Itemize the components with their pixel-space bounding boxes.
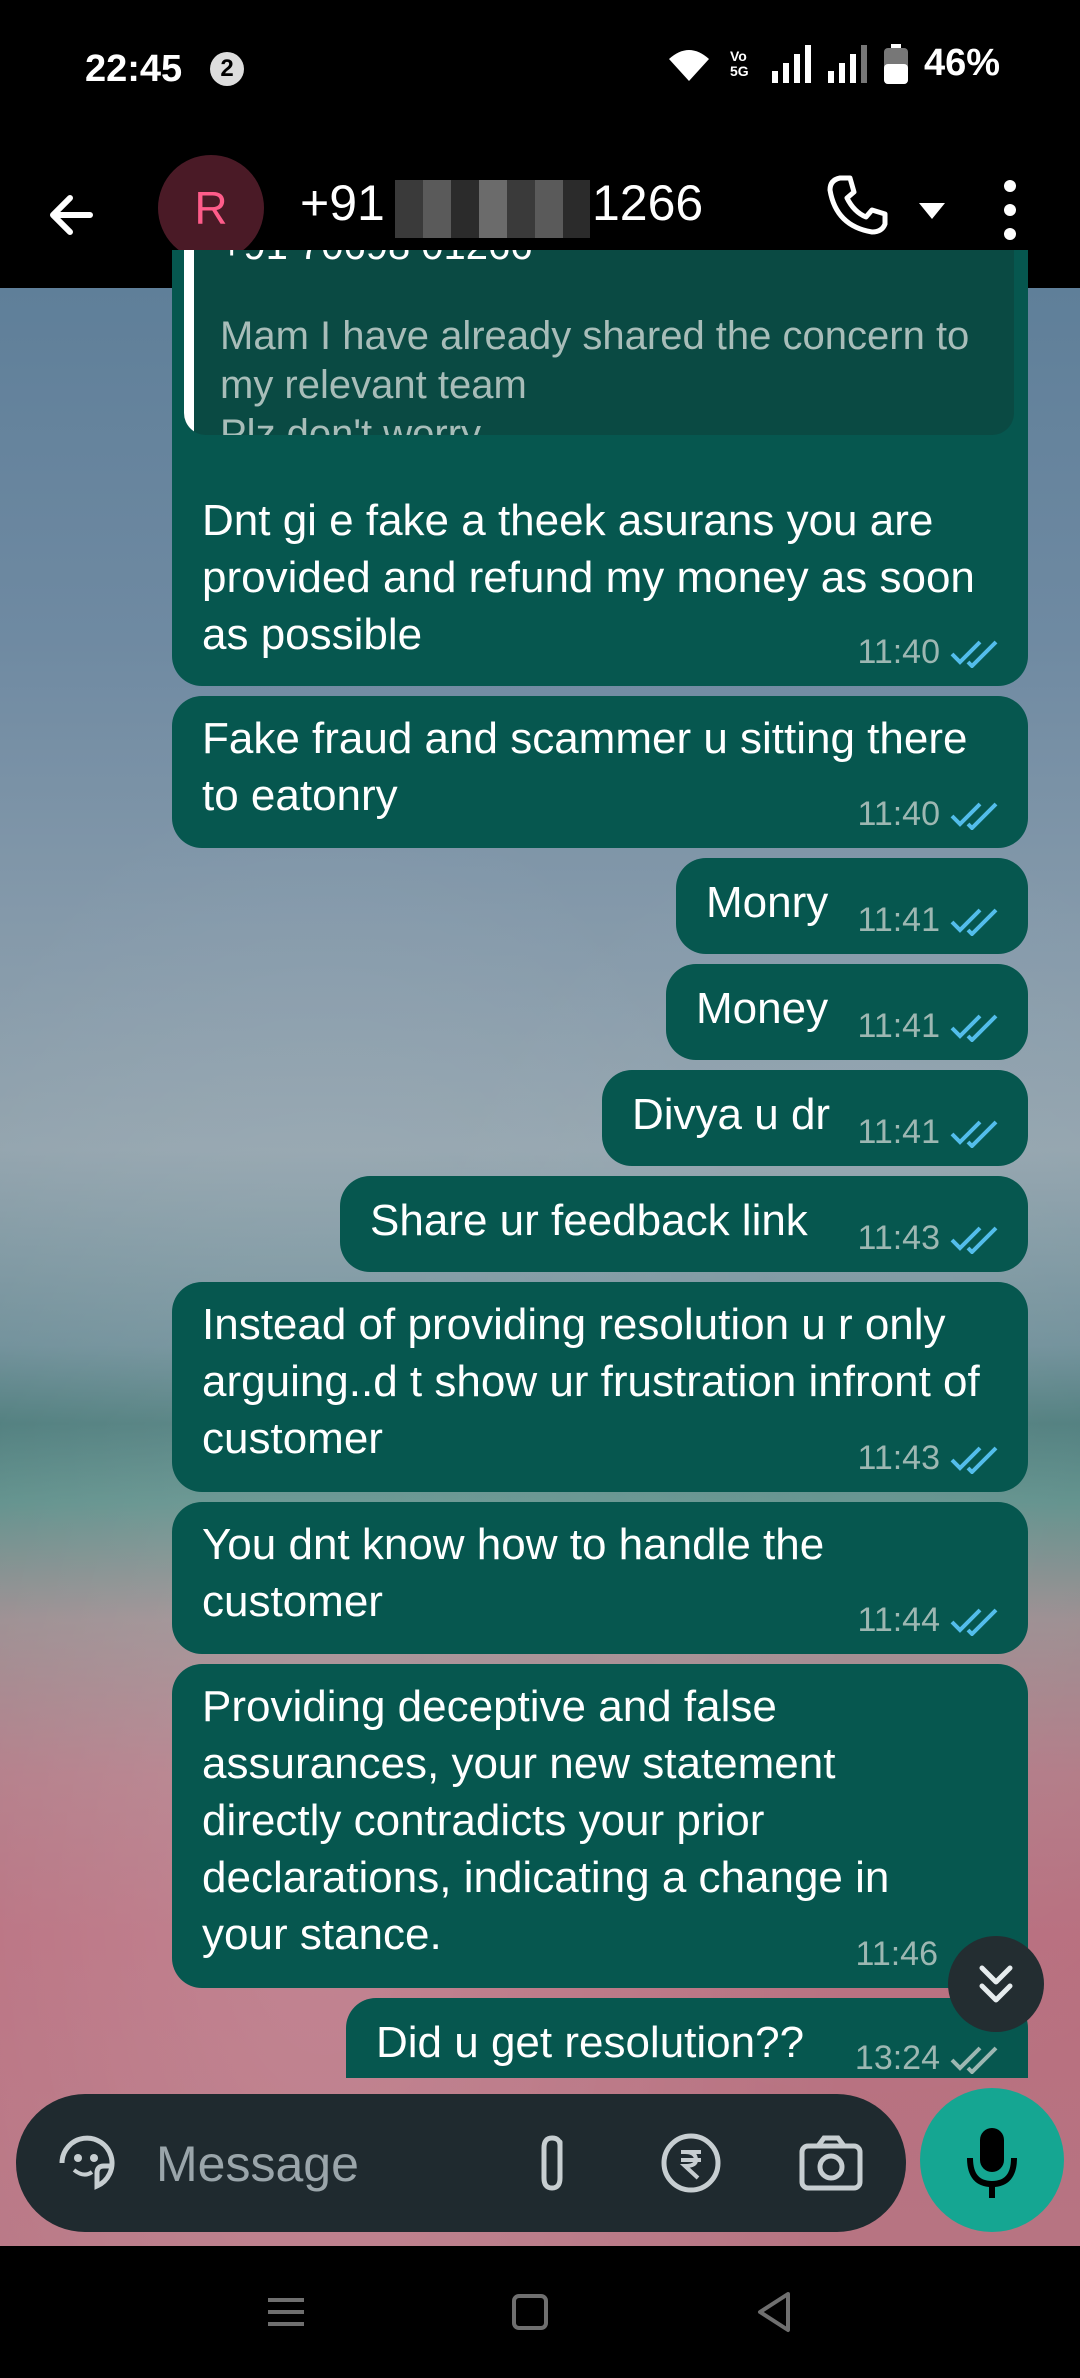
double-chevron-down-icon <box>979 1965 1013 2003</box>
battery-icon <box>883 43 908 84</box>
contact-avatar[interactable]: R <box>158 155 264 261</box>
signal-strength-icon <box>771 44 811 83</box>
message-time: 11:41 <box>857 901 940 939</box>
read-receipt-icon <box>950 1014 998 1042</box>
message-bubble[interactable]: Fake fraud and scammer u sitting there t… <box>172 696 1028 848</box>
phone-icon[interactable] <box>822 170 892 240</box>
voice-record-button[interactable] <box>920 2088 1064 2232</box>
paperclip-icon[interactable] <box>520 2128 590 2198</box>
message-bubble[interactable]: Share ur feedback link 11:43 <box>340 1176 1028 1272</box>
message-time: 11:43 <box>857 1439 940 1477</box>
message-meta: 11:41 <box>857 901 1002 940</box>
message-text: Providing deceptive and false assurances… <box>202 1682 890 1959</box>
message-meta: 11:40 <box>857 633 1002 672</box>
status-time: 22:45 <box>85 48 183 90</box>
message-bubble[interactable]: Instead of providing resolution u r only… <box>172 1282 1028 1492</box>
contact-name-prefix[interactable]: +91 <box>300 174 385 232</box>
message-bubble[interactable]: Providing deceptive and false assurances… <box>172 1664 1028 1988</box>
camera-icon[interactable] <box>796 2128 866 2198</box>
read-receipt-icon <box>950 1226 998 1254</box>
quoted-text: Mam I have already shared the concern to… <box>220 314 970 435</box>
message-bubble[interactable]: Monry 11:41 <box>676 858 1028 954</box>
message-meta: 11:43 <box>857 1439 1002 1478</box>
signal-strength-2-icon <box>827 44 867 83</box>
read-receipt-icon <box>950 802 998 830</box>
message-time: 11:41 <box>857 1007 940 1045</box>
back-arrow-icon[interactable] <box>40 180 110 250</box>
status-icons: Vo 5G 46% <box>664 42 1000 85</box>
battery-percentage: 46% <box>923 42 1000 84</box>
message-bubble[interactable]: Did u get resolution?? 13:24 <box>346 1998 1028 2078</box>
message-bubble[interactable]: You dnt know how to handle the customer … <box>172 1502 1028 1654</box>
sticker-icon[interactable] <box>52 2128 122 2198</box>
message-meta: 11:43 <box>857 1219 1002 1258</box>
message-bubble[interactable]: Divya u dr 11:41 <box>602 1070 1028 1166</box>
message-time: 11:43 <box>857 1219 940 1257</box>
rupee-payment-icon[interactable] <box>656 2128 726 2198</box>
read-receipt-icon <box>950 1446 998 1474</box>
quote-indicator-bar <box>184 250 194 435</box>
message-meta: 11:41 <box>857 1007 1002 1046</box>
message-bubble[interactable]: Money 11:41 <box>666 964 1028 1060</box>
call-dropdown-icon[interactable] <box>915 195 949 225</box>
recent-apps-icon[interactable] <box>260 2286 312 2338</box>
scroll-to-bottom-button[interactable] <box>948 1936 1044 2032</box>
quoted-message[interactable]: +91 70698 01266 Mam I have already share… <box>184 250 1014 435</box>
notification-count-badge: 2 <box>210 52 244 86</box>
message-meta: 11:46 <box>855 1935 938 1974</box>
microphone-icon <box>967 2128 1017 2198</box>
message-time: 11:41 <box>857 1113 940 1151</box>
contact-name-suffix[interactable]: 1266 <box>592 174 703 232</box>
message-time: 11:44 <box>857 1601 940 1639</box>
redacted-number-mask <box>395 180 590 238</box>
message-time: 11:40 <box>857 795 940 833</box>
message-input[interactable] <box>154 2128 518 2200</box>
message-time: 11:40 <box>857 633 940 671</box>
message-meta: 11:40 <box>857 795 1002 834</box>
quoted-sender: +91 70698 01266 <box>220 250 533 269</box>
wifi-icon <box>668 49 709 81</box>
network-label: Vo 5G <box>729 47 749 79</box>
message-meta: 11:44 <box>857 1601 1002 1640</box>
read-receipt-icon <box>950 1608 998 1636</box>
status-bar: 22:45 2 Vo 5G 46% <box>0 0 1080 140</box>
back-nav-icon[interactable] <box>748 2286 800 2338</box>
message-composer <box>16 2094 906 2232</box>
read-receipt-icon <box>950 908 998 936</box>
home-icon[interactable] <box>504 2286 556 2338</box>
message-time: 11:46 <box>855 1935 938 1973</box>
system-navigation-bar <box>0 2246 1080 2378</box>
read-receipt-icon <box>950 640 998 668</box>
read-receipt-icon <box>950 1120 998 1148</box>
message-bubble[interactable]: Dnt gi e fake a theek asurans you are pr… <box>172 480 1028 686</box>
message-meta: 13:24 <box>855 2039 1002 2078</box>
message-meta: 11:41 <box>857 1113 1002 1152</box>
more-options-icon[interactable] <box>990 170 1030 250</box>
message-time: 13:24 <box>854 2039 940 2077</box>
delivered-receipt-icon <box>950 2046 998 2074</box>
